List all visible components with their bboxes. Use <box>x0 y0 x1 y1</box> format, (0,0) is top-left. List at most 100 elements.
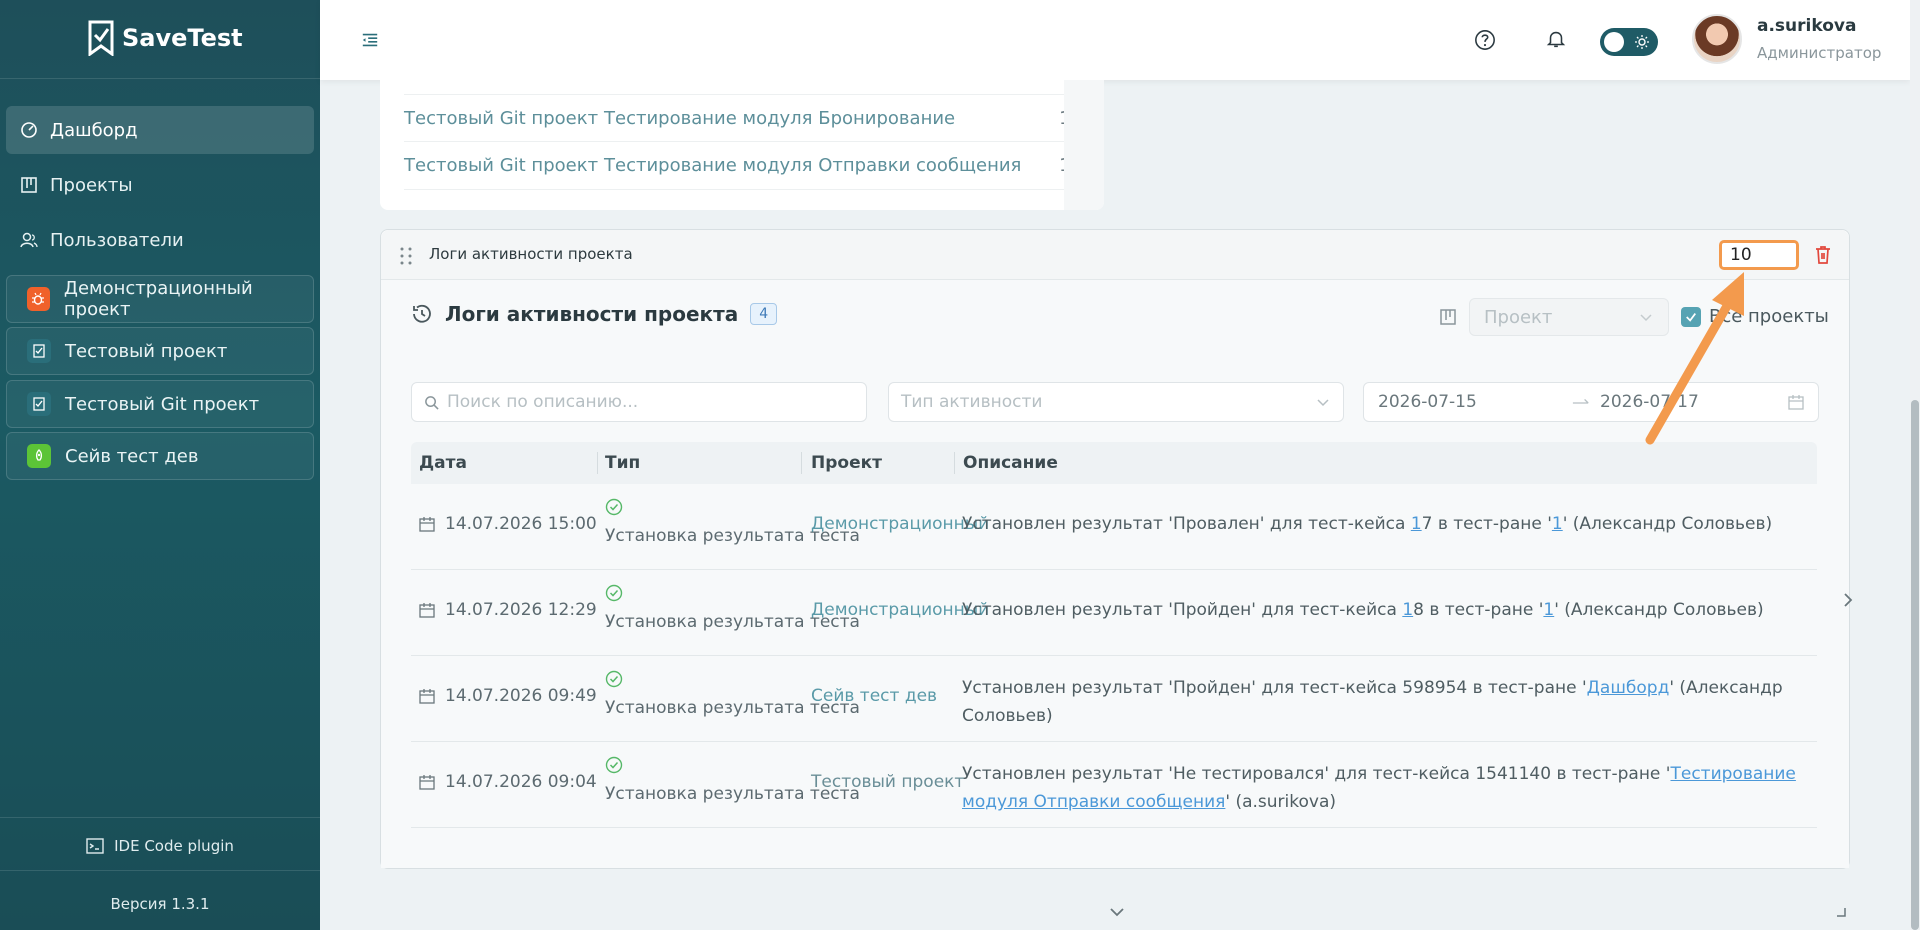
table-row[interactable]: 14.07.2026 12:29 Установка результата те… <box>411 570 1817 656</box>
row-description: Установлен результат 'Провален' для тест… <box>962 514 1812 534</box>
table-row[interactable]: 14.07.2026 15:00 Установка результата те… <box>411 484 1817 570</box>
users-icon <box>20 232 38 248</box>
calendar-icon <box>1788 395 1804 410</box>
widget-title: Логи активности проекта 4 <box>411 302 778 326</box>
avatar[interactable] <box>1692 14 1742 64</box>
calendar-icon <box>419 689 435 704</box>
widget-title-text: Логи активности проекта <box>445 302 739 326</box>
board-icon <box>1440 309 1456 325</box>
test-case-link[interactable]: 1 <box>1411 514 1422 534</box>
checklist-icon <box>27 392 51 416</box>
help-button[interactable] <box>1473 28 1497 52</box>
user-role: Администратор <box>1757 44 1882 62</box>
table-row[interactable]: Тестовый Git проект Тестирование модуля … <box>404 142 1082 190</box>
row-date-text: 14.07.2026 15:00 <box>445 514 597 534</box>
row-date: 14.07.2026 09:49 <box>419 686 597 706</box>
desc-text: ' (Александр Соловьев) <box>1554 600 1764 620</box>
date-from[interactable]: 2026-07-15 <box>1378 392 1477 412</box>
desc-text: 7 в тест-ране ' <box>1421 514 1552 534</box>
check-circle-icon <box>605 670 623 688</box>
table-row[interactable]: 14.07.2026 09:49 Установка результата те… <box>411 656 1817 742</box>
run-project: Тестовый Git проект <box>404 107 599 129</box>
run-name: Тестирование модуля Бронирование <box>604 107 956 129</box>
row-project-link[interactable]: Сейв тест дев <box>811 686 937 706</box>
activity-type-select[interactable]: Тип активности <box>888 382 1344 422</box>
chevron-down-icon[interactable] <box>1109 906 1125 918</box>
logo-icon <box>88 20 114 56</box>
checklist-icon <box>27 339 51 363</box>
items-count-input[interactable]: 10 <box>1719 240 1799 270</box>
run-name: Тестирование модуля Отправки сообщения <box>604 155 1022 176</box>
terminal-icon <box>86 838 104 854</box>
table-row[interactable]: Тестовый Git проект Тестирование модуля … <box>404 94 1082 142</box>
widget-header-title: Логи активности проекта <box>429 245 633 263</box>
chevron-down-icon <box>1317 399 1329 407</box>
runs-table-card: Тестовый Git проект Тестирование модуля … <box>380 80 1104 210</box>
sidebar: SaveTest Дашборд Проекты Пользователи Де… <box>0 0 320 930</box>
desc-text: ' (a.surikova) <box>1225 792 1337 812</box>
app-name: SaveTest <box>122 24 243 52</box>
project-select-placeholder: Проект <box>1484 307 1553 328</box>
calendar-icon <box>419 517 435 532</box>
sidebar-item-projects[interactable]: Проекты <box>6 161 314 209</box>
calendar-icon <box>419 603 435 618</box>
test-run-link[interactable]: Дашборд <box>1587 678 1670 698</box>
desc-text: Установлен результат 'Не тестировался' д… <box>962 764 1671 784</box>
column-header-project[interactable]: Проект <box>811 442 882 484</box>
version-label: Версия 1.3.1 <box>0 892 320 916</box>
test-run-link[interactable]: 1 <box>1543 600 1554 620</box>
bug-icon <box>27 287 50 311</box>
test-run-link[interactable]: 1 <box>1552 514 1563 534</box>
column-header-type[interactable]: Тип <box>605 442 640 484</box>
help-icon <box>1475 30 1495 50</box>
ide-plugin-link[interactable]: IDE Code plugin <box>0 834 320 858</box>
sidebar-item-label: Дашборд <box>50 119 138 141</box>
row-date: 14.07.2026 12:29 <box>419 600 597 620</box>
sidebar-project-test[interactable]: Тестовый проект <box>6 327 314 375</box>
page-scrollbar[interactable] <box>1910 0 1920 930</box>
resize-handle-icon[interactable] <box>1836 907 1846 917</box>
table-row[interactable]: 14.07.2026 09:04 Установка результата те… <box>411 742 1817 828</box>
row-date-text: 14.07.2026 09:04 <box>445 772 597 792</box>
column-separator <box>597 452 598 474</box>
search-placeholder: Поиск по описанию... <box>447 392 639 412</box>
sidebar-item-users[interactable]: Пользователи <box>6 216 314 264</box>
sidebar-item-dashboard[interactable]: Дашборд <box>6 106 314 154</box>
column-header-description[interactable]: Описание <box>963 442 1058 484</box>
notifications-button[interactable] <box>1544 27 1568 51</box>
row-date-text: 14.07.2026 09:49 <box>445 686 597 706</box>
search-input[interactable]: Поиск по описанию... <box>411 382 867 422</box>
sidebar-project-git[interactable]: Тестовый Git проект <box>6 380 314 428</box>
card-scrollbar[interactable] <box>1064 80 1104 210</box>
sidebar-project-dev[interactable]: Сейв тест дев <box>6 432 314 480</box>
dashboard-icon <box>21 122 37 138</box>
collapse-sidebar-button[interactable] <box>360 30 380 50</box>
bell-icon <box>1546 31 1566 48</box>
theme-toggle[interactable] <box>1600 28 1658 56</box>
sidebar-item-label: Проекты <box>50 174 133 196</box>
rocket-icon <box>27 444 51 468</box>
desc-text: Установлен результат 'Пройден' для тест-… <box>962 600 1403 620</box>
sidebar-project-label: Сейв тест дев <box>65 445 199 467</box>
scroll-thumb[interactable] <box>1911 400 1919 930</box>
delete-widget-icon[interactable] <box>1813 244 1833 266</box>
column-separator <box>954 452 955 474</box>
scroll-right-icon[interactable] <box>1841 592 1855 608</box>
drag-handle-icon[interactable] <box>399 246 413 266</box>
project-select[interactable]: Проект <box>1469 298 1669 336</box>
row-project-link[interactable]: Тестовый проект <box>811 772 964 792</box>
test-case-link[interactable]: 1 <box>1402 600 1413 620</box>
widget-body: Логи активности проекта 4 Проект Все про… <box>381 280 1853 917</box>
sun-icon <box>1635 35 1649 49</box>
row-description: Установлен результат 'Пройден' для тест-… <box>962 600 1812 620</box>
column-header-date[interactable]: Дата <box>419 442 467 484</box>
row-date: 14.07.2026 09:04 <box>419 772 597 792</box>
sidebar-project-demo[interactable]: Демонстрационный проект <box>6 275 314 323</box>
calendar-icon <box>419 775 435 790</box>
activity-log-widget: Логи активности проекта 10 Логи активнос… <box>380 229 1853 917</box>
desc-text: ' (Александр Соловьев) <box>1562 514 1773 534</box>
app-logo[interactable]: SaveTest <box>88 18 243 58</box>
board-icon <box>21 177 37 193</box>
desc-text: Установлен результат 'Провален' для тест… <box>962 514 1411 534</box>
row-description: Установлен результат 'Не тестировался' д… <box>962 760 1812 816</box>
